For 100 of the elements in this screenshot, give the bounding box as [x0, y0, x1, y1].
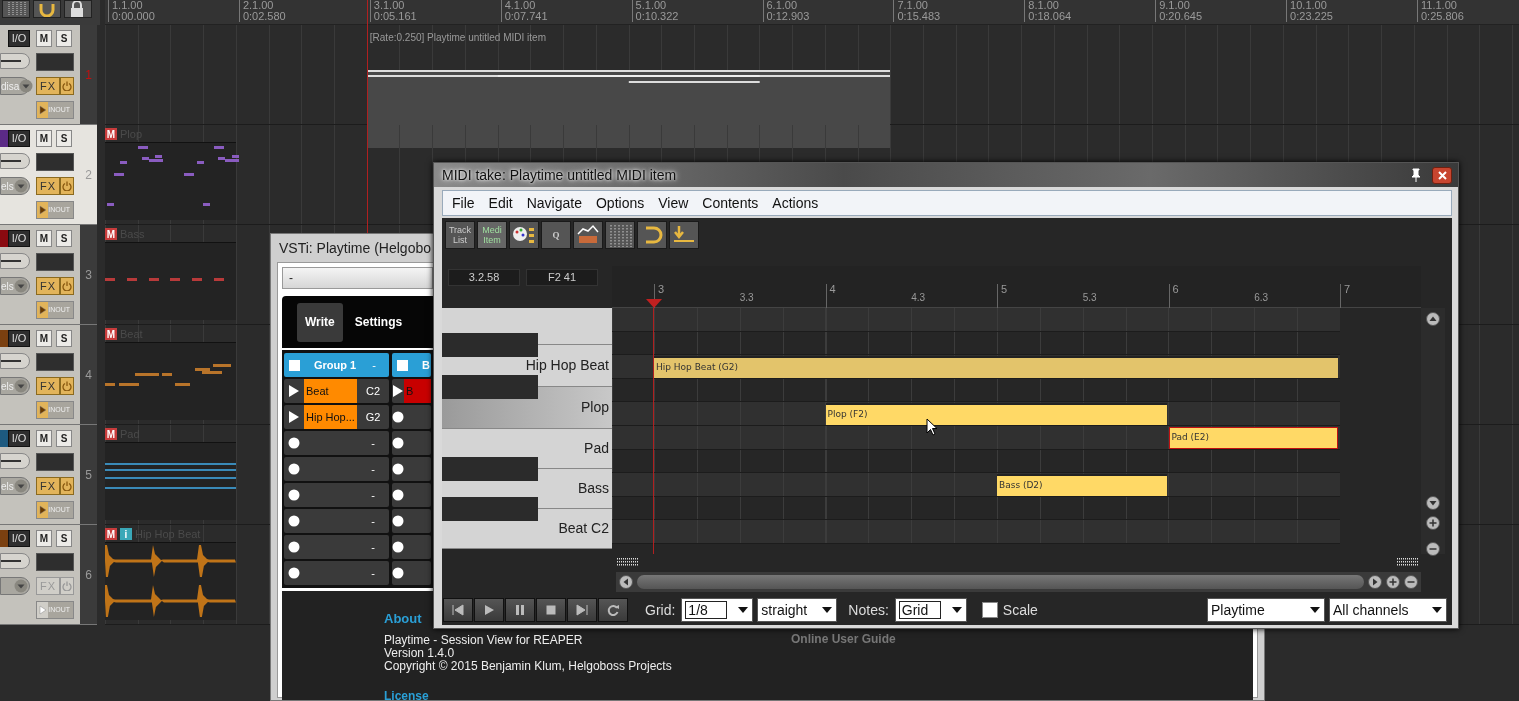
- fx-button[interactable]: FX: [36, 177, 60, 195]
- pause-button[interactable]: [505, 598, 535, 622]
- zoom-in-icon[interactable]: [1386, 575, 1400, 589]
- mute-button[interactable]: M: [105, 428, 117, 440]
- fx-bypass-button[interactable]: [60, 177, 74, 195]
- zoom-in-icon[interactable]: [1426, 516, 1440, 530]
- source-dropdown[interactable]: Playtime: [1207, 598, 1325, 622]
- pin-icon[interactable]: [1410, 168, 1422, 182]
- mute-button[interactable]: M: [105, 228, 117, 240]
- mute-button[interactable]: M: [105, 128, 117, 140]
- zoom-out-icon[interactable]: [1426, 542, 1440, 556]
- dot-icon[interactable]: [392, 567, 404, 579]
- scroll-left-icon[interactable]: [619, 575, 633, 589]
- solo-button[interactable]: S: [56, 530, 72, 547]
- swing-dropdown[interactable]: straight: [757, 598, 838, 622]
- clip-slot[interactable]: [392, 509, 431, 533]
- skip-forward-button[interactable]: [567, 598, 597, 622]
- io-button[interactable]: I/O: [8, 430, 30, 447]
- volume-fader[interactable]: [0, 353, 30, 369]
- play-icon[interactable]: [288, 410, 300, 424]
- dot-icon[interactable]: [288, 567, 300, 579]
- close-button[interactable]: [1432, 166, 1452, 184]
- midi-item[interactable]: [366, 70, 891, 148]
- scroll-right-icon[interactable]: [1368, 575, 1382, 589]
- fx-bypass-button[interactable]: [60, 77, 74, 95]
- menu-item[interactable]: Actions: [765, 192, 826, 214]
- fx-button[interactable]: FX: [36, 277, 60, 295]
- io-button[interactable]: I/O: [8, 130, 30, 147]
- clip-slot[interactable]: -: [284, 457, 389, 481]
- channel-dropdown[interactable]: All channels: [1329, 598, 1447, 622]
- scroll-down-icon[interactable]: [1426, 496, 1440, 510]
- scrollbar-thumb[interactable]: [637, 575, 1364, 589]
- clip-slot[interactable]: Hip Hop... G2: [284, 405, 389, 429]
- volume-fader[interactable]: [0, 153, 30, 169]
- dot-icon[interactable]: [288, 489, 300, 501]
- stop-button[interactable]: [536, 598, 566, 622]
- clip-slot[interactable]: [392, 431, 431, 455]
- dot-icon[interactable]: [392, 515, 404, 527]
- dot-icon[interactable]: [392, 437, 404, 449]
- dot-icon[interactable]: [392, 463, 404, 475]
- fx-button[interactable]: FX: [36, 477, 60, 495]
- menu-item[interactable]: View: [651, 192, 696, 214]
- scroll-up-icon[interactable]: [1426, 312, 1440, 326]
- io-button[interactable]: I/O: [8, 230, 30, 247]
- midi-note[interactable]: Plop (F2): [825, 403, 1167, 425]
- dot-icon[interactable]: [392, 541, 404, 553]
- resize-grip-icon[interactable]: [616, 556, 639, 567]
- menu-item[interactable]: Options: [588, 192, 652, 214]
- magnet-button[interactable]: [637, 221, 667, 249]
- zoom-out-icon[interactable]: [1404, 575, 1418, 589]
- quantize-button[interactable]: Q: [541, 221, 571, 249]
- fx-button[interactable]: FX: [36, 377, 60, 395]
- group-checkbox[interactable]: [397, 359, 408, 371]
- dot-icon[interactable]: [392, 411, 404, 423]
- fx-button[interactable]: FX: [36, 77, 60, 95]
- routing-dropdown[interactable]: [0, 577, 30, 595]
- magnet-icon[interactable]: [37, 1, 57, 17]
- io-button[interactable]: I/O: [8, 30, 30, 47]
- tab[interactable]: Write: [297, 302, 343, 342]
- download-button[interactable]: [669, 221, 699, 249]
- dot-icon[interactable]: [288, 515, 300, 527]
- volume-fader[interactable]: [0, 553, 30, 569]
- magnet-button[interactable]: [33, 0, 61, 18]
- clip-slot[interactable]: [392, 457, 431, 481]
- clip-slot[interactable]: -: [284, 561, 389, 585]
- mute-button[interactable]: M: [36, 130, 52, 147]
- menu-item[interactable]: Contents: [695, 192, 766, 214]
- clip-slot[interactable]: [392, 405, 431, 429]
- grid-button[interactable]: [605, 221, 635, 249]
- solo-button[interactable]: S: [56, 230, 72, 247]
- scale-checkbox[interactable]: [981, 602, 998, 618]
- mute-button[interactable]: M: [36, 530, 52, 547]
- play-button[interactable]: [474, 598, 504, 622]
- solo-button[interactable]: S: [56, 30, 72, 47]
- menu-item[interactable]: Edit: [481, 192, 520, 214]
- guide-link[interactable]: Online User Guide: [791, 630, 896, 700]
- volume-fader[interactable]: [0, 53, 30, 69]
- toolbar-button[interactable]: Medi Item: [477, 221, 507, 249]
- resize-grip-icon[interactable]: [1396, 556, 1419, 567]
- mute-button[interactable]: M: [36, 430, 52, 447]
- solo-button[interactable]: S: [56, 430, 72, 447]
- io-button[interactable]: I/O: [8, 530, 30, 547]
- midi-item[interactable]: [105, 342, 236, 420]
- repeat-button[interactable]: [598, 598, 628, 622]
- toolbar-button[interactable]: Track List: [445, 221, 475, 249]
- dot-icon[interactable]: [288, 541, 300, 553]
- io-button[interactable]: I/O: [8, 330, 30, 347]
- clip-slot[interactable]: [392, 535, 431, 559]
- fx-bypass-button[interactable]: [60, 477, 74, 495]
- notes-mode-dropdown[interactable]: Grid: [894, 598, 967, 622]
- mute-button[interactable]: M: [36, 30, 52, 47]
- clip-slot[interactable]: -: [284, 535, 389, 559]
- envelope-button[interactable]: [573, 221, 603, 249]
- clip-slot[interactable]: -: [284, 509, 389, 533]
- grid-size-dropdown[interactable]: 1/8: [681, 598, 754, 622]
- clip-slot[interactable]: -: [284, 431, 389, 455]
- palette-button[interactable]: [509, 221, 539, 249]
- midi-note[interactable]: Pad (E2): [1168, 426, 1338, 449]
- clip-slot[interactable]: [392, 483, 431, 507]
- menu-item[interactable]: File: [445, 192, 482, 214]
